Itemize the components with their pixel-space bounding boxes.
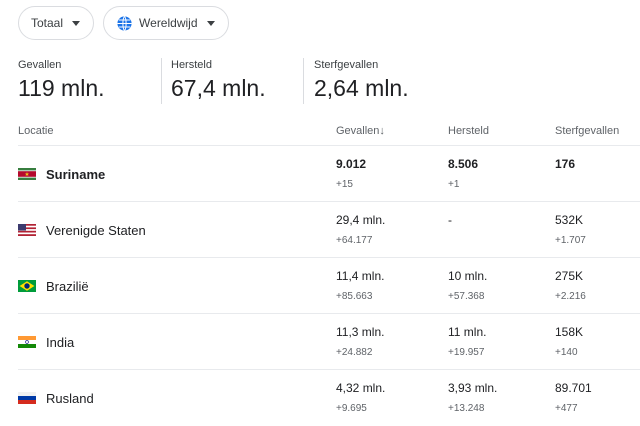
stat-cases: Gevallen 119 mln. [18,58,161,104]
stat-label: Gevallen [18,59,62,71]
suriname-flag-icon [18,168,36,180]
deaths-cell: 89.701 +477 [555,380,592,416]
deaths-value: 158K [555,325,584,339]
india-flag-icon [18,336,36,348]
location-cell: Suriname [18,146,105,202]
deaths-value: 176 [555,157,576,171]
location-name: Verenigde Staten [46,222,146,238]
location-name: Brazilië [46,278,89,294]
cases-delta: +64.177 [336,235,373,246]
deaths-cell: 176 [555,156,575,178]
recovered-value: 10 mln. [448,269,488,283]
cases-value: 11,4 mln. [336,269,385,283]
cases-cell: 29,4 mln. +64.177 [336,212,385,248]
deaths-cell: 158K +140 [555,324,583,360]
cases-delta: +85.663 [336,291,373,302]
stat-deaths: Sterfgevallen 2,64 mln. [303,58,453,104]
recovered-cell: 11 mln. +19.957 [448,324,486,360]
recovered-cell: 10 mln. +57.368 [448,268,487,304]
cases-value: 4,32 mln. [336,381,386,395]
deaths-value: 89.701 [555,381,592,395]
table-row[interactable]: Suriname 9.012 +15 8.506 +1 176 [18,146,640,202]
total-filter-dropdown[interactable]: Totaal [18,6,95,40]
location-cell: Brazilië [18,258,89,314]
header-cases[interactable]: Gevallen↓ [336,125,385,137]
location-name: Suriname [46,166,106,182]
header-recovered[interactable]: Hersteld [448,125,489,137]
cases-delta: +9.695 [336,403,367,414]
location-cell: Rusland [18,370,94,426]
stat-value: 119 mln. [18,75,105,101]
deaths-value: 275K [555,269,584,283]
deaths-cell: 275K +2.216 [555,268,586,304]
recovered-cell: - [448,212,452,234]
recovered-cell: 8.506 +1 [448,156,478,192]
summary-stats: Gevallen 119 mln. Hersteld 67,4 mln. Ste… [18,58,453,104]
deaths-delta: +477 [555,403,578,414]
cases-delta: +24.882 [336,347,373,358]
deaths-cell: 532K +1.707 [555,212,586,248]
table-row[interactable]: Rusland 4,32 mln. +9.695 3,93 mln. +13.2… [18,370,640,426]
deaths-value: 532K [555,213,584,227]
cases-value: 9.012 [336,157,367,171]
recovered-value: 8.506 [448,157,479,171]
globe-icon [116,15,133,32]
location-cell: Verenigde Staten [18,202,146,258]
recovered-value: - [448,213,452,227]
deaths-delta: +1.707 [555,235,586,246]
chevron-down-icon [206,20,215,26]
header-location[interactable]: Locatie [18,125,53,137]
recovered-delta: +13.248 [448,403,485,414]
cases-value: 11,3 mln. [336,325,385,339]
location-name: India [46,334,75,350]
stat-label: Sterfgevallen [314,59,379,71]
recovered-delta: +57.368 [448,291,485,302]
table-row[interactable]: India 11,3 mln. +24.882 11 mln. +19.957 … [18,314,640,370]
stat-label: Hersteld [171,59,212,71]
recovered-value: 3,93 mln. [448,381,498,395]
deaths-delta: +140 [555,347,578,358]
sort-descending-icon: ↓ [379,125,385,137]
region-filter-dropdown[interactable]: Wereldwijd [103,6,229,40]
russia-flag-icon [18,392,36,404]
header-deaths[interactable]: Sterfgevallen [555,125,619,137]
chevron-down-icon [72,20,81,26]
location-table: Locatie Gevallen↓ Hersteld Sterfgevallen… [18,118,640,426]
recovered-cell: 3,93 mln. +13.248 [448,380,497,416]
region-filter-label: Wereldwijd [139,16,198,30]
brazil-flag-icon [18,280,36,292]
recovered-value: 11 mln. [448,325,487,339]
cases-delta: +15 [336,179,353,190]
cases-cell: 4,32 mln. +9.695 [336,380,385,416]
stat-value: 2,64 mln. [314,75,409,101]
table-row[interactable]: Verenigde Staten 29,4 mln. +64.177 - 532… [18,202,640,258]
location-name: Rusland [46,390,94,406]
table-row[interactable]: Brazilië 11,4 mln. +85.663 10 mln. +57.3… [18,258,640,314]
cases-cell: 9.012 +15 [336,156,366,192]
filter-bar: Totaal Wereldwijd [18,6,229,40]
cases-cell: 11,4 mln. +85.663 [336,268,384,304]
stat-recovered: Hersteld 67,4 mln. [161,58,303,104]
cases-value: 29,4 mln. [336,213,386,227]
header-cases-label: Gevallen [336,125,380,137]
location-cell: India [18,314,74,370]
recovered-delta: +1 [448,179,460,190]
deaths-delta: +2.216 [555,291,586,302]
cases-cell: 11,3 mln. +24.882 [336,324,384,360]
total-filter-label: Totaal [31,16,64,30]
usa-flag-icon [18,224,36,236]
stat-value: 67,4 mln. [171,75,266,101]
recovered-delta: +19.957 [448,347,485,358]
table-header: Locatie Gevallen↓ Hersteld Sterfgevallen [18,118,640,146]
